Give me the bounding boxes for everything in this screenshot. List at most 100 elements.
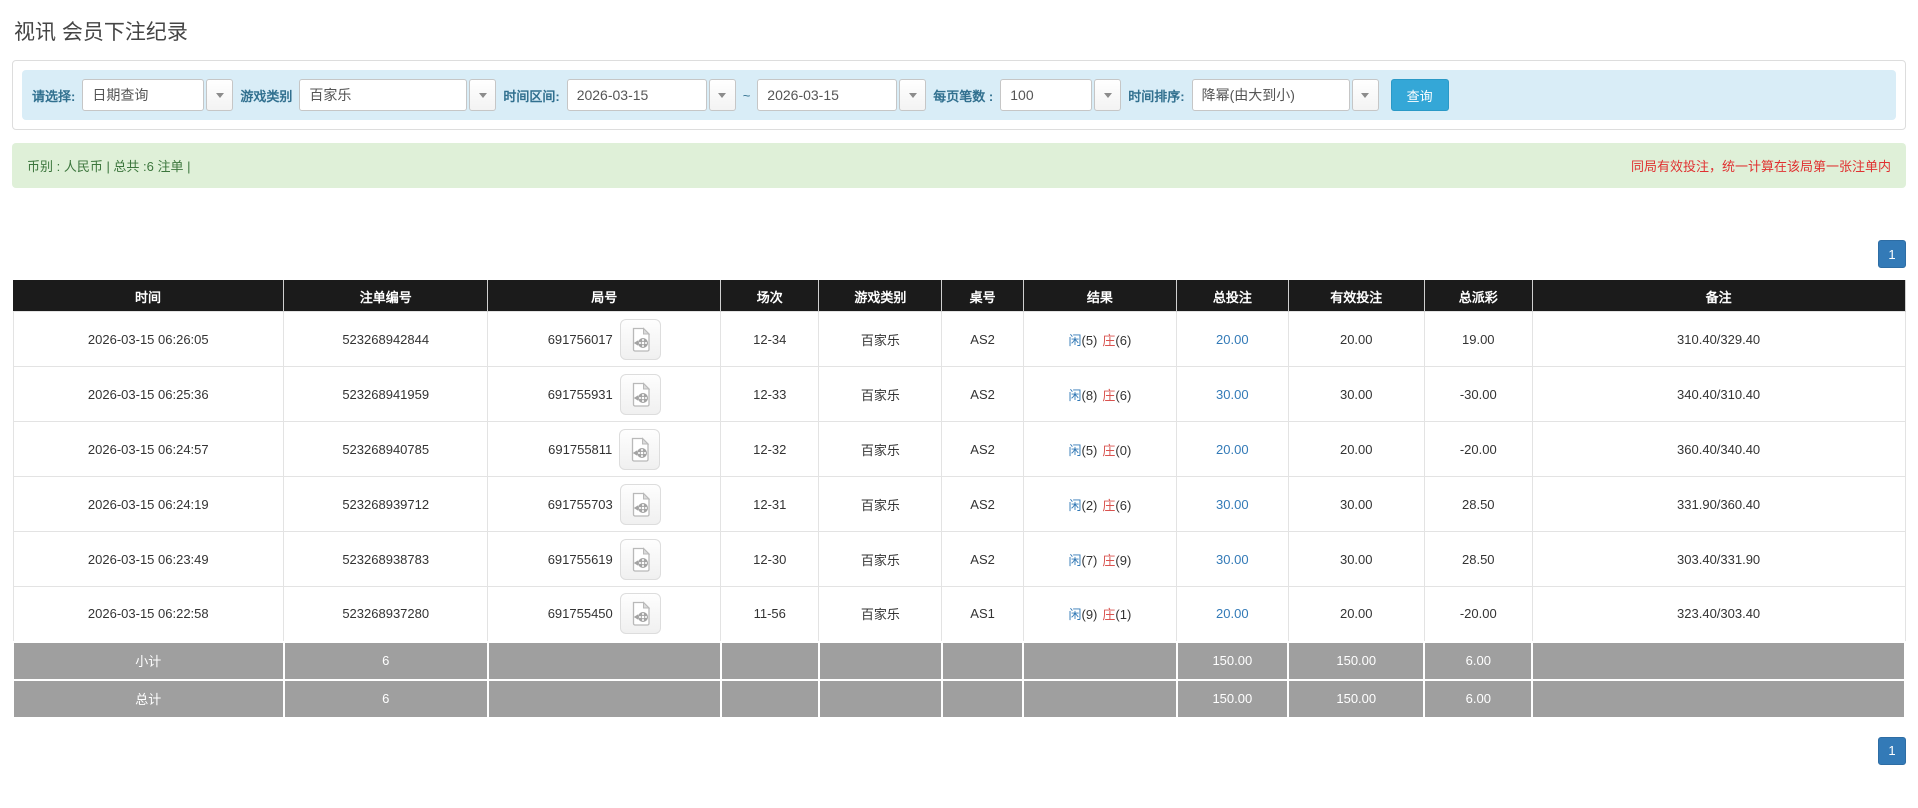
time-sort-dropdown-button[interactable] <box>1351 79 1379 111</box>
time-from-combobox <box>566 79 736 111</box>
table-row: 2026-03-15 06:24:19 523268939712 6917557… <box>12 476 1906 532</box>
chevron-down-icon <box>1103 92 1112 98</box>
select-mode-input[interactable] <box>82 79 205 111</box>
cell-valid-bet: 30.00 <box>1287 531 1425 587</box>
column-header: 桌号 <box>941 280 1024 312</box>
total-bet-link[interactable]: 30.00 <box>1216 387 1249 402</box>
cell-bet-number: 523268937280 <box>283 586 489 642</box>
cell-session: 12-30 <box>720 531 820 587</box>
time-from-dropdown-button[interactable] <box>708 79 736 111</box>
round-number: 691755450 <box>547 606 613 622</box>
video-replay-button[interactable] <box>619 483 661 525</box>
summary-label: 总计 <box>12 678 285 719</box>
video-file-icon <box>632 326 650 352</box>
time-from-input[interactable] <box>566 79 707 111</box>
page-size-dropdown-button[interactable] <box>1094 79 1122 111</box>
cell-session: 12-31 <box>720 476 820 532</box>
cell-note: 323.40/303.40 <box>1531 586 1906 642</box>
summary-currency-count: 币别 : 人民币 | 总共 :6 注单 | <box>27 159 191 174</box>
game-type-label: 游戏类别 <box>240 88 293 104</box>
video-replay-button[interactable] <box>619 593 661 635</box>
result-player: 闲(5) <box>1068 332 1098 348</box>
table-row: 2026-03-15 06:22:58 523268937280 6917554… <box>12 586 1906 642</box>
pagination-top: 1 <box>12 240 1906 268</box>
table-row: 2026-03-15 06:23:49 523268938783 6917556… <box>12 531 1906 587</box>
cell-payout: 19.00 <box>1423 311 1533 367</box>
cell-session: 12-34 <box>720 311 820 367</box>
cell-session: 12-33 <box>720 366 820 422</box>
cell-game-type: 百家乐 <box>818 531 943 587</box>
cell-bet-number: 523268939712 <box>283 476 489 532</box>
time-to-dropdown-button[interactable] <box>899 79 927 111</box>
cell-valid-bet: 20.00 <box>1287 311 1425 367</box>
cell-payout: -20.00 <box>1423 586 1533 642</box>
cell-round-number: 691755619 <box>487 531 722 587</box>
round-number: 691755811 <box>548 441 613 457</box>
range-separator: ~ <box>742 87 751 103</box>
total-bet-link[interactable]: 30.00 <box>1216 497 1249 512</box>
filter-panel: 请选择: 游戏类别 时间区间: ~ 每页笔数 : <box>12 60 1906 130</box>
cell-payout: 28.50 <box>1423 531 1533 587</box>
cell-note: 310.40/329.40 <box>1531 311 1906 367</box>
total-bet-link[interactable]: 20.00 <box>1216 606 1249 621</box>
chevron-down-icon <box>478 92 487 98</box>
summary-total-bet: 150.00 <box>1175 640 1290 681</box>
game-type-dropdown-button[interactable] <box>469 79 497 111</box>
pagination-bottom: 1 <box>12 736 1906 765</box>
cell-table-number: AS2 <box>941 311 1024 367</box>
cell-round-number: 691755811 <box>487 421 722 477</box>
cell-game-type: 百家乐 <box>818 586 943 642</box>
page-title: 视讯 会员下注纪录 <box>14 21 188 44</box>
time-sort-input[interactable] <box>1191 79 1350 111</box>
cell-note: 360.40/340.40 <box>1531 421 1906 477</box>
cell-game-type: 百家乐 <box>818 311 943 367</box>
cell-result: 闲(5) 庄(0) <box>1022 421 1178 477</box>
video-replay-button[interactable] <box>619 318 661 360</box>
chevron-down-icon <box>215 92 224 98</box>
result-player: 闲(5) <box>1068 442 1098 458</box>
cell-result: 闲(8) 庄(6) <box>1022 366 1178 422</box>
cell-time: 2026-03-15 06:24:19 <box>12 476 285 532</box>
summary-count: 6 <box>282 640 489 681</box>
total-bet-link[interactable]: 20.00 <box>1216 442 1249 457</box>
cell-payout: 28.50 <box>1423 476 1533 532</box>
video-replay-button[interactable] <box>619 373 661 415</box>
header-row: 时间 注单编号 局号 场次 游戏类别 桌号 结果 总投注 有效投注 总派彩 备注 <box>13 280 1906 312</box>
cell-time: 2026-03-15 06:26:05 <box>12 311 285 367</box>
cell-note: 331.90/360.40 <box>1531 476 1906 532</box>
video-replay-button[interactable] <box>619 428 661 470</box>
video-replay-button[interactable] <box>619 538 661 580</box>
round-number: 691756017 <box>547 331 613 347</box>
total-bet-link[interactable]: 20.00 <box>1216 332 1249 347</box>
cell-total-bet: 30.00 <box>1176 476 1289 532</box>
cell-total-bet: 20.00 <box>1176 421 1289 477</box>
column-header: 游戏类别 <box>818 280 943 312</box>
result-banker: 庄(6) <box>1102 387 1132 403</box>
video-file-icon <box>632 436 650 462</box>
search-button[interactable]: 查询 <box>1390 79 1449 111</box>
select-mode-dropdown-button[interactable] <box>206 79 234 111</box>
cell-session: 12-32 <box>720 421 820 477</box>
result-player: 闲(2) <box>1068 497 1098 513</box>
cell-result: 闲(2) 庄(6) <box>1022 476 1178 532</box>
cell-bet-number: 523268938783 <box>283 531 489 587</box>
cell-total-bet: 30.00 <box>1176 366 1289 422</box>
filter-bar: 请选择: 游戏类别 时间区间: ~ 每页笔数 : <box>22 70 1896 120</box>
total-bet-link[interactable]: 30.00 <box>1216 552 1249 567</box>
page-size-combobox <box>1000 79 1122 111</box>
column-header: 局号 <box>487 280 722 312</box>
cell-table-number: AS2 <box>941 476 1024 532</box>
column-header: 备注 <box>1532 280 1906 312</box>
video-file-icon <box>632 491 650 517</box>
cell-table-number: AS1 <box>941 586 1024 642</box>
summary-total-bet: 150.00 <box>1175 678 1290 719</box>
result-banker: 庄(0) <box>1102 442 1132 458</box>
page-1-button[interactable]: 1 <box>1878 240 1906 268</box>
page-size-input[interactable] <box>1000 79 1093 111</box>
time-to-combobox <box>757 79 927 111</box>
page-1-button[interactable]: 1 <box>1878 736 1906 765</box>
game-type-input[interactable] <box>299 79 468 111</box>
bets-table-body: 2026-03-15 06:26:05 523268942844 6917560… <box>12 311 1906 642</box>
round-number: 691755703 <box>547 496 613 512</box>
time-to-input[interactable] <box>757 79 898 111</box>
